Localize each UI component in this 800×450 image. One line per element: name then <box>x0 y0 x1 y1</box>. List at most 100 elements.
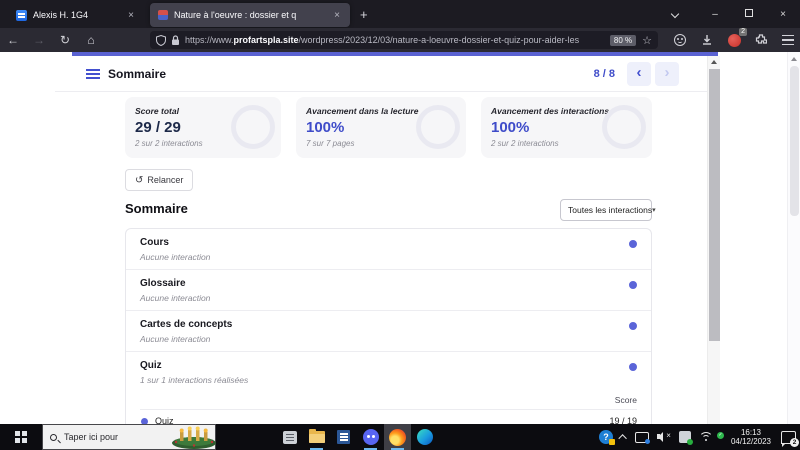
score-column-header: Score <box>140 395 637 410</box>
item-title: Cours <box>140 237 169 248</box>
scrollbar-thumb[interactable] <box>709 69 720 341</box>
clock[interactable]: 16:13 04/12/2023 <box>729 428 773 446</box>
menu-icon[interactable] <box>86 69 100 79</box>
browser-toolbar: ← → ↻ ⌂ https://www.profartspla.site/wor… <box>0 28 800 52</box>
notification-count-badge: 2 <box>790 437 799 447</box>
menu-icon[interactable] <box>780 32 796 48</box>
h5p-header: Sommaire 8 / 8 ‹ › <box>55 56 707 92</box>
hamburger-icon <box>782 35 794 45</box>
item-title: Quiz <box>140 360 162 371</box>
tab-alexis[interactable]: Alexis H. 1G4 × <box>8 3 144 27</box>
scroll-up-icon[interactable] <box>791 57 797 61</box>
browser-scrollbar[interactable] <box>787 52 800 424</box>
list-tabs-icon[interactable] <box>670 9 680 19</box>
notifications-icon[interactable]: 2 <box>781 430 799 447</box>
url-bar[interactable]: https://www.profartspla.site/wordpress/2… <box>150 31 658 49</box>
tab-close-icon[interactable]: × <box>126 10 136 21</box>
start-button[interactable] <box>0 424 42 450</box>
tab-close-icon[interactable]: × <box>332 10 342 21</box>
folder-icon <box>308 429 325 443</box>
date: 04/12/2023 <box>730 437 771 446</box>
progress-ring-icon <box>602 105 646 149</box>
app-firefox[interactable] <box>384 424 411 450</box>
reading-progress-card: Avancement dans la lecture 100% 7 sur 7 … <box>296 97 466 158</box>
score-total-card: Score total 29 / 29 2 sur 2 interactions <box>125 97 281 158</box>
browser-titlebar: Alexis H. 1G4 × Nature à l'oeuvre : doss… <box>0 0 800 28</box>
previous-page-button[interactable]: ‹ <box>627 62 651 86</box>
summary-list: Cours Aucune interaction Glossaire Aucun… <box>125 228 652 424</box>
home-button[interactable]: ⌂ <box>78 33 104 47</box>
app-file-explorer[interactable] <box>303 424 330 450</box>
tab-title: Nature à l'oeuvre : dossier et q <box>174 10 297 20</box>
wifi-icon[interactable] <box>698 431 713 443</box>
back-button[interactable]: ← <box>0 33 26 47</box>
advent-wreath-icon[interactable] <box>168 424 220 450</box>
hidden-icons-chevron-icon[interactable] <box>618 434 627 443</box>
status-dot-icon <box>629 240 637 248</box>
tracking-protection-shield-icon[interactable] <box>156 34 166 46</box>
restart-label: Relancer <box>147 175 184 185</box>
restart-button[interactable]: ↺ Relancer <box>125 169 194 191</box>
adblock-badge: 2 <box>739 28 747 36</box>
status-dot-icon <box>629 281 637 289</box>
reload-button[interactable]: ↻ <box>52 33 78 47</box>
item-subtitle: Aucune interaction <box>140 252 211 262</box>
list-item-cours[interactable]: Cours Aucune interaction <box>126 229 651 270</box>
item-subtitle: 1 sur 1 interactions réalisées <box>140 375 249 385</box>
window-controls: – × <box>670 0 800 28</box>
tab-nature-oeuvre[interactable]: Nature à l'oeuvre : dossier et q × <box>150 3 350 27</box>
scrollbar-thumb[interactable] <box>790 66 799 216</box>
page-counter: 8 / 8 <box>593 68 615 80</box>
bookmark-star-icon[interactable]: ☆ <box>642 34 652 47</box>
progress-ring-icon <box>231 105 275 149</box>
time: 16:13 <box>740 428 761 437</box>
account-icon[interactable] <box>672 32 688 48</box>
downloads-icon[interactable] <box>699 32 715 48</box>
item-title: Cartes de concepts <box>140 319 233 330</box>
summary-section-title: Sommaire <box>125 201 188 216</box>
firefox-icon <box>389 428 406 446</box>
close-button[interactable]: × <box>766 9 800 20</box>
screen: Alexis H. 1G4 × Nature à l'oeuvre : doss… <box>0 0 800 450</box>
zoom-level-badge[interactable]: 80 % <box>609 34 637 46</box>
search-icon <box>50 433 57 441</box>
scroll-up-icon[interactable] <box>711 60 717 64</box>
notes-icon <box>282 430 297 444</box>
adblock-icon <box>727 33 741 47</box>
forward-button[interactable]: → <box>26 33 52 47</box>
adblock-extension-icon[interactable]: 2 <box>726 28 747 48</box>
item-title: Glossaire <box>140 278 186 289</box>
ent-favicon-icon <box>16 9 27 21</box>
list-item-quiz[interactable]: Quiz 1 sur 1 interactions réalisées Scor… <box>126 352 651 424</box>
lock-icon[interactable] <box>171 34 180 46</box>
url-text: https://www.profartspla.site/wordpress/2… <box>185 35 580 45</box>
page-content: Sommaire 8 / 8 ‹ › Score total 29 / 29 2… <box>0 52 800 424</box>
next-page-button[interactable]: › <box>655 62 679 86</box>
minimize-button[interactable]: – <box>698 9 732 20</box>
list-item-cartes[interactable]: Cartes de concepts Aucune interaction <box>126 311 651 352</box>
status-dot-icon <box>629 322 637 330</box>
interactions-progress-card: Avancement des interactions 100% 2 sur 2… <box>481 97 652 158</box>
maximize-button[interactable] <box>732 8 766 20</box>
score-row[interactable]: Quiz 19 / 19 <box>140 410 637 424</box>
page-title: Sommaire <box>108 67 167 81</box>
extensions-puzzle-icon[interactable] <box>753 32 769 48</box>
list-item-glossaire[interactable]: Glossaire Aucune interaction <box>126 270 651 311</box>
account-avatar-icon <box>674 34 686 46</box>
tray-app-icon[interactable] <box>678 431 693 445</box>
volume-muted-icon[interactable]: × <box>656 431 671 443</box>
interactions-filter-dropdown[interactable]: Toutes les interactions ▾ <box>560 199 656 221</box>
display-icon[interactable] <box>634 431 650 444</box>
app-word-document[interactable] <box>330 424 357 450</box>
app-discord[interactable] <box>357 424 384 450</box>
new-tab-button[interactable]: + <box>360 7 368 22</box>
help-icon[interactable]: ? <box>598 430 615 445</box>
score-row-value: 19 / 19 <box>609 416 637 424</box>
document-icon <box>337 430 350 444</box>
app-edge[interactable] <box>411 424 438 450</box>
tab-title: Alexis H. 1G4 <box>33 10 89 20</box>
iframe-scrollbar[interactable] <box>707 56 720 424</box>
progress-ring-icon <box>416 105 460 149</box>
app-notes[interactable] <box>276 424 303 450</box>
score-row-label: Quiz <box>155 416 174 424</box>
